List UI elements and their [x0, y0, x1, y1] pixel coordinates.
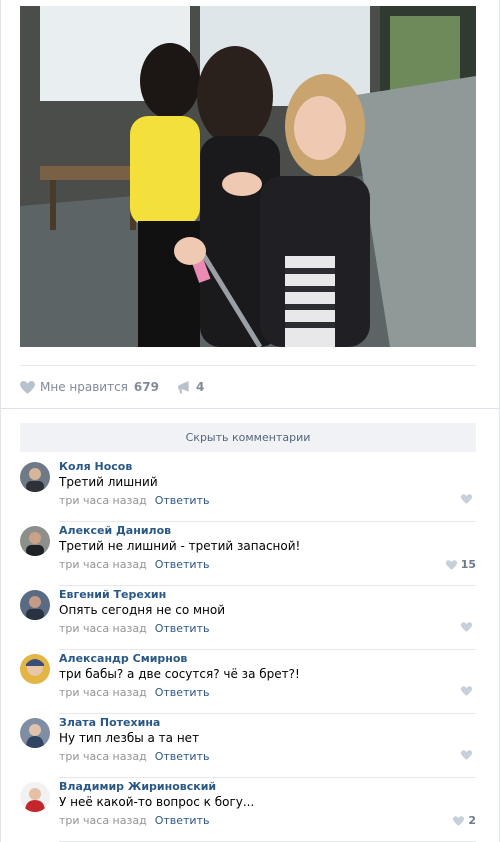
comment-item: Коля Носов Третий лишний три часа назад О… [20, 458, 476, 522]
avatar[interactable] [20, 462, 50, 492]
post-photo[interactable] [20, 6, 476, 347]
avatar[interactable] [20, 718, 50, 748]
comment-time[interactable]: три часа назад [59, 750, 147, 763]
comment-author[interactable]: Коля Носов [59, 460, 132, 473]
avatar[interactable] [20, 654, 50, 684]
post-card: Мне нравится 679 4 Скрыть комментарии Ко… [0, 0, 500, 842]
comment-item: Евгений Терехин Опять сегодня не со мной… [20, 586, 476, 650]
like-label: Мне нравится [40, 380, 128, 394]
comment-time[interactable]: три часа назад [59, 814, 147, 827]
comment-meta: три часа назад Ответить [59, 814, 209, 827]
comment-item: Александр Смирнов три бабы? а две сосутс… [20, 650, 476, 714]
comments-divider [1, 408, 500, 409]
comment-reply-button[interactable]: Ответить [155, 494, 210, 507]
comment-author[interactable]: Владимир Жириновский [59, 780, 216, 793]
heart-icon [461, 622, 472, 632]
actions-top-divider [20, 365, 476, 366]
like-button[interactable]: Мне нравится 679 [20, 380, 159, 394]
comment-meta: три часа назад Ответить [59, 686, 209, 699]
comment-text: У неё какой-то вопрос к богу... [59, 795, 255, 809]
comment-like-button[interactable]: 2 [453, 814, 476, 827]
comment-text: Опять сегодня не со мной [59, 603, 226, 617]
comment-item: Владимир Жириновский У неё какой-то вопр… [20, 778, 476, 842]
comment-meta: три часа назад Ответить [59, 622, 209, 635]
comment-meta: три часа назад Ответить [59, 750, 209, 763]
comment-time[interactable]: три часа назад [59, 622, 147, 635]
comment-like-count: 2 [468, 814, 476, 827]
comment-time[interactable]: три часа назад [59, 558, 147, 571]
avatar[interactable] [20, 590, 50, 620]
heart-icon [461, 494, 472, 504]
post-photo-image [20, 6, 476, 347]
comment-reply-button[interactable]: Ответить [155, 622, 210, 635]
avatar[interactable] [20, 526, 50, 556]
comment-text: три бабы? а две сосутся? чё за брет?! [59, 667, 300, 681]
heart-icon [20, 380, 35, 394]
avatar[interactable] [20, 782, 50, 812]
share-count: 4 [195, 380, 205, 394]
heart-icon [461, 750, 472, 760]
post-actions: Мне нравится 679 4 [20, 376, 204, 398]
megaphone-icon [178, 380, 189, 393]
comment-reply-button[interactable]: Ответить [155, 558, 210, 571]
heart-icon [453, 815, 465, 826]
comment-meta: три часа назад Ответить [59, 558, 209, 571]
comment-author[interactable]: Алексей Данилов [59, 524, 171, 537]
comment-author[interactable]: Александр Смирнов [59, 652, 187, 665]
comment-time[interactable]: три часа назад [59, 494, 147, 507]
share-button[interactable]: 4 [177, 380, 204, 394]
like-count: 679 [133, 380, 159, 394]
comment-text: Третий лишний [59, 475, 158, 489]
comment-item: Злата Потехина Ну тип лезбы а та нет три… [20, 714, 476, 778]
comment-like-button[interactable] [461, 686, 476, 696]
heart-icon [461, 686, 472, 696]
comment-text: Третий не лишний - третий запасной! [59, 539, 301, 553]
heart-icon [445, 559, 457, 570]
comment-reply-button[interactable]: Ответить [155, 750, 210, 763]
hide-comments-button[interactable]: Скрыть комментарии [20, 423, 476, 452]
comment-like-button[interactable] [461, 494, 476, 504]
comment-reply-button[interactable]: Ответить [155, 686, 210, 699]
comment-author[interactable]: Злата Потехина [59, 716, 160, 729]
comment-meta: три часа назад Ответить [59, 494, 209, 507]
comment-like-button[interactable] [461, 622, 476, 632]
comment-like-button[interactable]: 15 [445, 558, 476, 571]
comment-text: Ну тип лезбы а та нет [59, 731, 200, 745]
comment-like-count: 15 [460, 558, 476, 571]
comment-item: Алексей Данилов Третий не лишний - трети… [20, 522, 476, 586]
comment-like-button[interactable] [461, 750, 476, 760]
comment-time[interactable]: три часа назад [59, 686, 147, 699]
comment-author[interactable]: Евгений Терехин [59, 588, 166, 601]
comment-reply-button[interactable]: Ответить [155, 814, 210, 827]
